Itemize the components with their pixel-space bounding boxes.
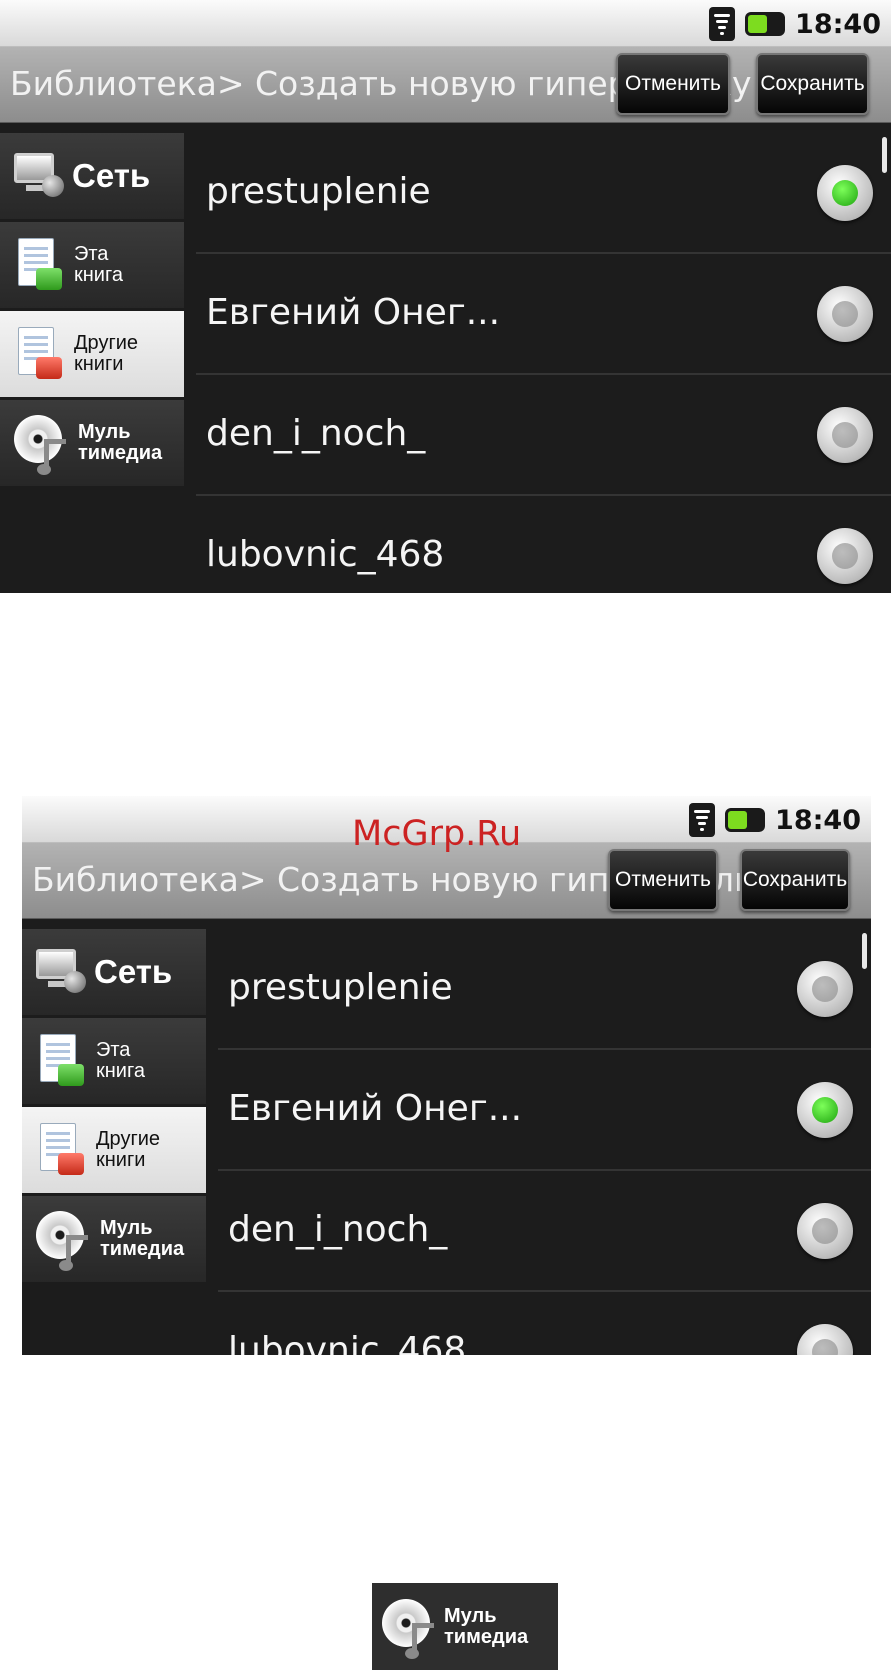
list-item[interactable]: prestuplenie bbox=[218, 929, 871, 1050]
scrollbar[interactable] bbox=[882, 137, 887, 173]
battery-icon bbox=[745, 12, 786, 36]
sidebar-item-label: Муль тимедиа bbox=[100, 1217, 185, 1260]
status-clock: 18:40 bbox=[795, 8, 881, 40]
radio-button[interactable] bbox=[817, 407, 873, 463]
sidebar: Сеть Эта книга Другие книги Муль тимедиа bbox=[22, 929, 206, 1285]
radio-button[interactable] bbox=[797, 961, 853, 1017]
multimedia-label: Муль тимедиа bbox=[444, 1604, 529, 1648]
scrollbar[interactable] bbox=[862, 933, 867, 969]
list-item[interactable]: Евгений Онег... bbox=[218, 1050, 871, 1171]
book-list: prestuplenie Евгений Онег... den_i_noch_… bbox=[196, 133, 891, 593]
radio-button[interactable] bbox=[817, 286, 873, 342]
list-item-label: den_i_noch_ bbox=[206, 413, 426, 454]
list-item[interactable]: lubovnic_468 bbox=[218, 1292, 871, 1355]
wifi-icon bbox=[709, 7, 736, 41]
save-button[interactable]: Сохранить bbox=[740, 849, 850, 911]
battery-icon bbox=[725, 808, 766, 832]
screenshot-2: 18:40 Библиотека> Создать новую гиперссы… bbox=[22, 796, 871, 1355]
sidebar-item-label: Сеть bbox=[72, 157, 151, 194]
multimedia-icon bbox=[36, 1211, 92, 1271]
watermark: McGrp.Ru bbox=[352, 814, 522, 854]
multimedia-icon bbox=[14, 415, 70, 475]
list-item-label: Евгений Онег... bbox=[228, 1088, 523, 1129]
cancel-button[interactable]: Отменить bbox=[616, 53, 730, 115]
wifi-icon bbox=[689, 803, 716, 837]
list-item[interactable]: lubovnic_468 bbox=[196, 496, 891, 593]
network-icon bbox=[36, 949, 86, 995]
other-books-icon bbox=[14, 325, 66, 383]
sidebar-item-other-books[interactable]: Другие книги bbox=[0, 311, 184, 397]
network-icon bbox=[14, 153, 64, 199]
sidebar-item-this-book[interactable]: Эта книга bbox=[0, 222, 184, 308]
sidebar-item-label: Другие книги bbox=[74, 332, 139, 375]
status-clock: 18:40 bbox=[775, 804, 861, 836]
sidebar: Сеть Эта книга Другие книги Муль тимедиа bbox=[0, 133, 184, 489]
list-item[interactable]: den_i_noch_ bbox=[196, 375, 891, 496]
sidebar-item-label: Эта книга bbox=[96, 1039, 145, 1082]
other-books-icon bbox=[36, 1121, 88, 1179]
radio-button[interactable] bbox=[797, 1324, 853, 1355]
radio-button[interactable] bbox=[797, 1082, 853, 1138]
save-button[interactable]: Сохранить bbox=[756, 53, 869, 115]
list-item-label: lubovnic_468 bbox=[206, 534, 445, 575]
cancel-button[interactable]: Отменить bbox=[608, 849, 718, 911]
list-item[interactable]: prestuplenie bbox=[196, 133, 891, 254]
list-item-label: den_i_noch_ bbox=[228, 1209, 448, 1250]
book-list: prestuplenie Евгений Онег... den_i_noch_… bbox=[218, 929, 871, 1355]
sidebar-item-network[interactable]: Сеть bbox=[0, 133, 184, 219]
sidebar-item-label: Эта книга bbox=[74, 243, 123, 286]
this-book-icon bbox=[14, 236, 66, 294]
sidebar-item-network[interactable]: Сеть bbox=[22, 929, 206, 1015]
sidebar-item-this-book[interactable]: Эта книга bbox=[22, 1018, 206, 1104]
list-item-label: prestuplenie bbox=[228, 967, 453, 1008]
sidebar-item-label: Сеть bbox=[94, 953, 173, 990]
sidebar-item-label: Другие книги bbox=[96, 1128, 161, 1171]
list-item-label: prestuplenie bbox=[206, 171, 431, 212]
radio-button[interactable] bbox=[817, 528, 873, 584]
list-item[interactable]: den_i_noch_ bbox=[218, 1171, 871, 1292]
status-bar: 18:40 bbox=[0, 0, 891, 47]
this-book-icon bbox=[36, 1032, 88, 1090]
radio-button[interactable] bbox=[817, 165, 873, 221]
title-bar: Библиотека> Создать новую гиперссылку От… bbox=[22, 843, 871, 919]
list-item[interactable]: Евгений Онег... bbox=[196, 254, 891, 375]
sidebar-item-multimedia[interactable]: Муль тимедиа bbox=[0, 400, 184, 486]
multimedia-icon bbox=[382, 1598, 438, 1659]
title-bar: Библиотека> Создать новую гиперссылку От… bbox=[0, 47, 891, 123]
radio-button[interactable] bbox=[797, 1203, 853, 1259]
multimedia-button-crop: Муль тимедиа bbox=[372, 1583, 558, 1670]
list-item-label: lubovnic_468 bbox=[228, 1330, 467, 1355]
screenshot-1: 18:40 Библиотека> Создать новую гиперссы… bbox=[0, 0, 891, 593]
sidebar-item-other-books[interactable]: Другие книги bbox=[22, 1107, 206, 1193]
list-item-label: Евгений Онег... bbox=[206, 292, 501, 333]
sidebar-item-label: Муль тимедиа bbox=[78, 421, 163, 464]
sidebar-item-multimedia[interactable]: Муль тимедиа bbox=[22, 1196, 206, 1282]
